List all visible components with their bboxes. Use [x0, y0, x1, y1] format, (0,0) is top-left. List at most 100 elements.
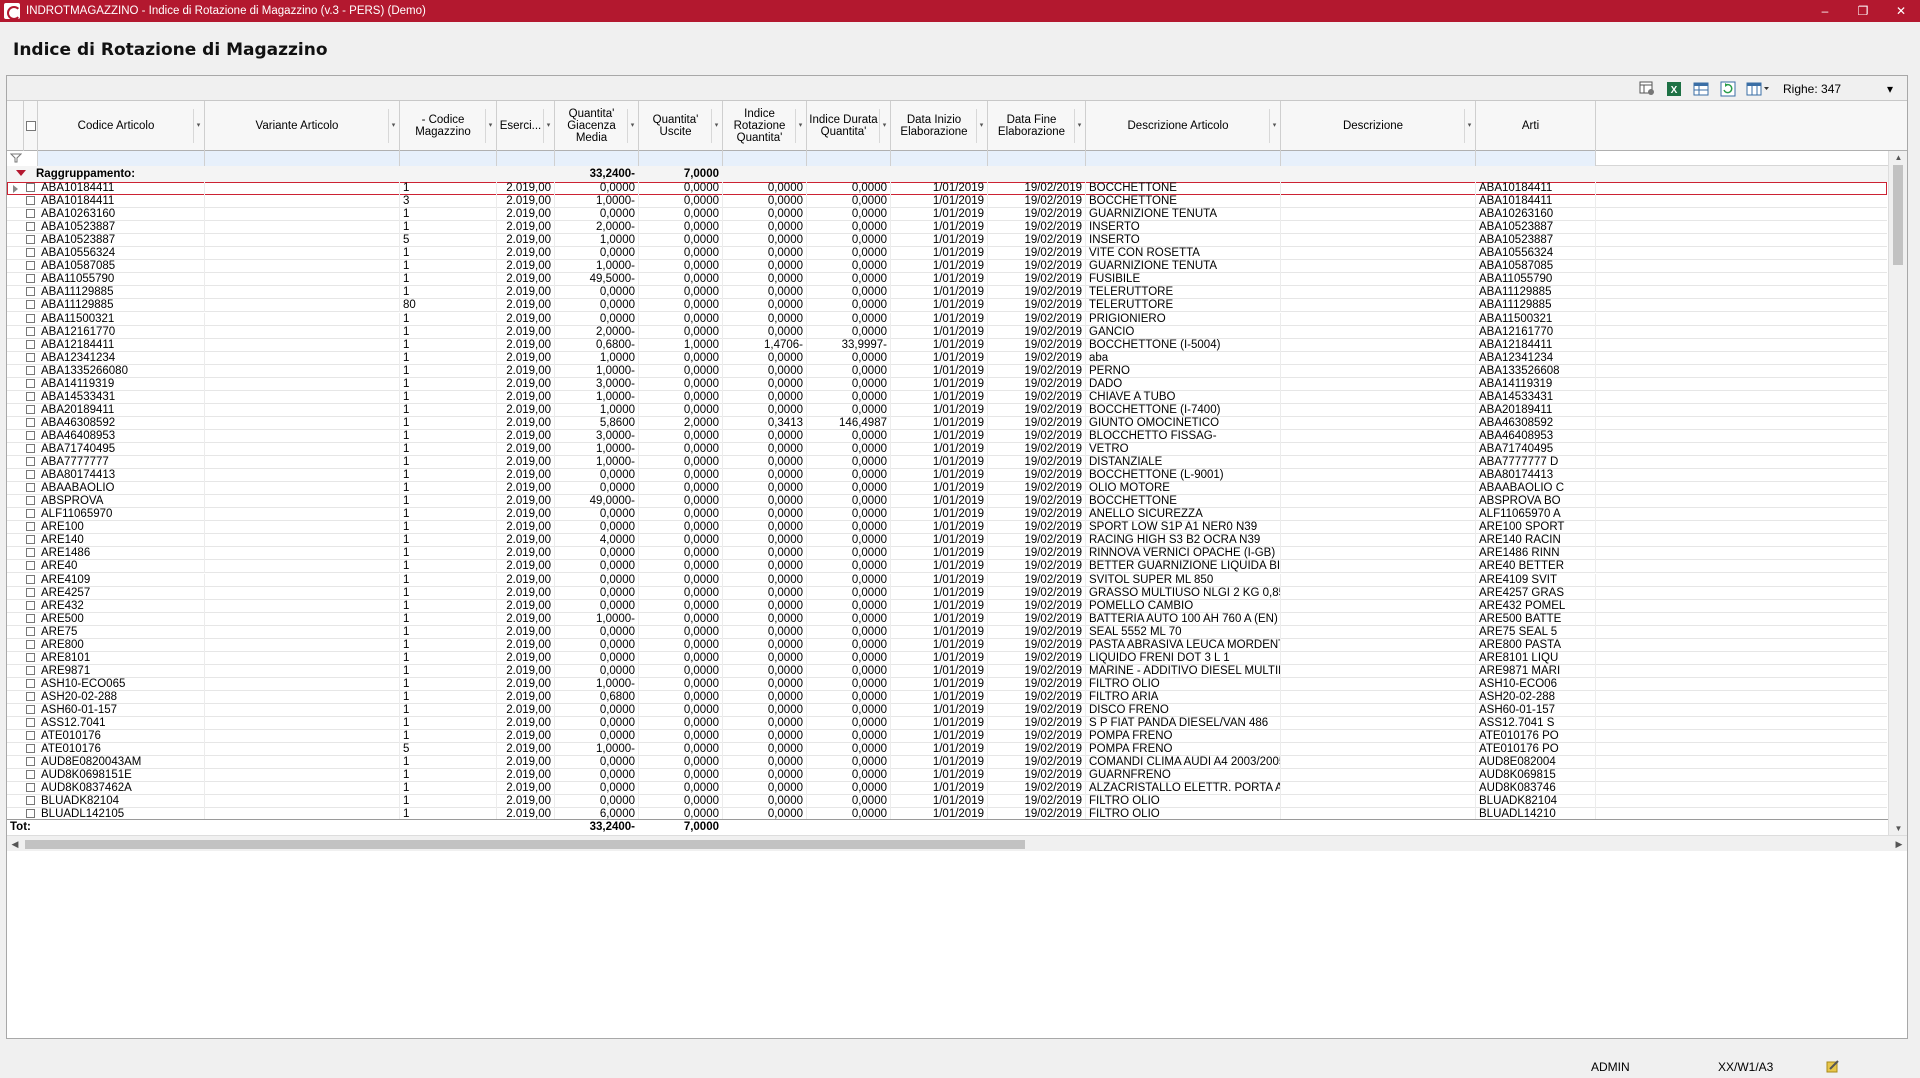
row-checkbox[interactable]	[26, 522, 35, 532]
filter-cell[interactable]	[555, 151, 639, 166]
row-checkbox[interactable]	[26, 600, 35, 610]
table-row[interactable]: ABA10523887 1 2.019,00 2,0000- 0,0000 0,0000 0…	[7, 221, 1887, 235]
filter-cell[interactable]	[723, 151, 807, 166]
collapse-group-icon[interactable]	[16, 170, 26, 176]
filter-cell[interactable]	[1086, 151, 1281, 166]
row-checkbox[interactable]	[26, 430, 35, 440]
table-row[interactable]: ATE010176 5 2.019,00 1,0000- 0,0000 0,0000 0,0…	[7, 743, 1887, 757]
row-checkbox[interactable]	[26, 535, 35, 545]
row-checkbox[interactable]	[26, 300, 35, 310]
refresh-icon[interactable]	[1719, 80, 1737, 97]
table-row[interactable]: ABA11129885 1 2.019,00 0,0000 0,0000 0,0000 0,…	[7, 286, 1887, 300]
row-checkbox[interactable]	[26, 287, 35, 297]
column-filter-dropdown-icon[interactable]: ▾	[193, 109, 203, 143]
row-checkbox[interactable]	[26, 809, 35, 819]
scroll-left-icon[interactable]: ◀	[7, 836, 23, 852]
vertical-scrollbar[interactable]: ▲ ▼	[1888, 151, 1907, 835]
horizontal-scrollbar[interactable]: ◀ ▶	[7, 835, 1907, 851]
row-checkbox[interactable]	[26, 339, 35, 349]
row-checkbox[interactable]	[26, 444, 35, 453]
filter-cell[interactable]	[38, 151, 205, 166]
table-row[interactable]: ASH10-ECO065 1 2.019,00 1,0000- 0,0000 0,0000…	[7, 677, 1887, 691]
column-filter-dropdown-icon[interactable]: ▾	[485, 109, 495, 143]
table-row[interactable]: ABA11129885 80 2.019,00 0,0000 0,0000 0,0000 0…	[7, 299, 1887, 313]
row-checkbox[interactable]	[26, 783, 35, 793]
row-checkbox[interactable]	[26, 313, 35, 323]
table-row[interactable]: BLUADK82104 1 2.019,00 0,0000 0,0000 0,0000 0,…	[7, 795, 1887, 809]
table-row[interactable]: ALF11065970 1 2.019,00 0,0000 0,0000 0,0000 0,…	[7, 508, 1887, 522]
filter-cell[interactable]	[1476, 151, 1596, 166]
table-row[interactable]: ARE800 1 2.019,00 0,0000 0,0000 0,0000 0,0000 1…	[7, 638, 1887, 652]
row-checkbox[interactable]	[26, 235, 35, 245]
filter-cell[interactable]	[1281, 151, 1476, 166]
column-header-1[interactable]: Variante Articolo ▾	[205, 101, 400, 151]
column-filter-dropdown-icon[interactable]: ▾	[388, 109, 398, 143]
filter-cell[interactable]	[891, 151, 988, 166]
row-checkbox[interactable]	[26, 470, 35, 480]
table-row[interactable]: ABA14119319 1 2.019,00 3,0000- 0,0000 0,0000 0…	[7, 377, 1887, 391]
select-all-checkbox[interactable]	[25, 121, 36, 131]
row-checkbox[interactable]	[26, 705, 35, 714]
table-row[interactable]: ABA10184411 1 2.019,00 0,0000 0,0000 0,0000 0,…	[7, 182, 1887, 195]
scroll-right-icon[interactable]: ▶	[1891, 836, 1907, 852]
table-row[interactable]: ASH60-01-157 1 2.019,00 0,0000 0,0000 0,0000 0…	[7, 704, 1887, 717]
row-checkbox[interactable]	[26, 574, 35, 584]
pencil-note-icon[interactable]	[1826, 1059, 1840, 1076]
table-row[interactable]: ARE4109 1 2.019,00 0,0000 0,0000 0,0000 0,0000…	[7, 573, 1887, 587]
row-checkbox[interactable]	[26, 404, 35, 414]
scroll-down-icon[interactable]: ▼	[1889, 822, 1907, 835]
column-header-10[interactable]: Descrizione Articolo ▾	[1086, 101, 1281, 151]
row-checkbox[interactable]	[26, 731, 35, 741]
horizontal-scroll-thumb[interactable]	[25, 840, 1025, 849]
column-header-6[interactable]: Indice Rotazione Quantita' ▾	[723, 101, 807, 151]
table-row[interactable]: BLUADL142105 1 2.019,00 6,0000 0,0000 0,0000 0…	[7, 808, 1887, 819]
column-filter-dropdown-icon[interactable]: ▾	[795, 109, 805, 143]
column-filter-dropdown-icon[interactable]: ▾	[879, 109, 889, 143]
table-row[interactable]: ABA80174413 1 2.019,00 0,0000 0,0000 0,0000 0,…	[7, 469, 1887, 483]
row-checkbox[interactable]	[26, 548, 35, 558]
row-checkbox[interactable]	[26, 757, 35, 767]
table-row[interactable]: ATE010176 1 2.019,00 0,0000 0,0000 0,0000 0,00…	[7, 730, 1887, 744]
column-filter-dropdown-icon[interactable]: ▾	[976, 109, 986, 143]
table-row[interactable]: ABA7777777 1 2.019,00 1,0000- 0,0000 0,0000 0,…	[7, 456, 1887, 470]
vertical-scroll-thumb[interactable]	[1893, 165, 1903, 265]
table-row[interactable]: ABA46308592 1 2.019,00 5,8600 2,0000 0,3413 14…	[7, 416, 1887, 430]
filter-cell[interactable]	[807, 151, 891, 166]
row-checkbox[interactable]	[26, 248, 35, 258]
column-header-11[interactable]: Descrizione ▾	[1281, 101, 1476, 151]
column-header-5[interactable]: Quantita' Uscite ▾	[639, 101, 723, 151]
row-checkbox[interactable]	[26, 457, 35, 467]
filter-cell[interactable]	[497, 151, 555, 166]
table-row[interactable]: ARE1486 1 2.019,00 0,0000 0,0000 0,0000 0,0000…	[7, 547, 1887, 561]
row-checkbox[interactable]	[26, 222, 35, 232]
row-checkbox[interactable]	[26, 365, 35, 375]
table-row[interactable]: ARE40 1 2.019,00 0,0000 0,0000 0,0000 0,0000 1/…	[7, 560, 1887, 574]
row-checkbox[interactable]	[26, 691, 35, 701]
table-row[interactable]: ARE140 1 2.019,00 4,0000 0,0000 0,0000 0,0000 1…	[7, 534, 1887, 548]
table-row[interactable]: AUD8K0837462A 1 2.019,00 0,0000 0,0000 0,0000…	[7, 782, 1887, 796]
filter-cell[interactable]	[639, 151, 723, 166]
table-row[interactable]: AUD8E0820043AM 1 2.019,00 0,0000 0,0000 0,000…	[7, 756, 1887, 770]
column-header-12[interactable]: Arti	[1476, 101, 1596, 151]
table-row[interactable]: ABA20189411 1 2.019,00 1,0000 0,0000 0,0000 0,…	[7, 403, 1887, 417]
row-checkbox[interactable]	[26, 744, 35, 754]
row-checkbox[interactable]	[26, 274, 35, 284]
row-checkbox[interactable]	[26, 417, 35, 427]
table-row[interactable]: ASH20-02-288 1 2.019,00 0,6800 0,0000 0,0000 0…	[7, 690, 1887, 704]
table-row[interactable]: ABA10587085 1 2.019,00 1,0000- 0,0000 0,0000 0…	[7, 260, 1887, 274]
row-checkbox[interactable]	[26, 352, 35, 362]
table-row[interactable]: ABAABAOLIO 1 2.019,00 0,0000 0,0000 0,0000 0,0…	[7, 482, 1887, 496]
table-row[interactable]: AUD8K0698151E 1 2.019,00 0,0000 0,0000 0,0000…	[7, 769, 1887, 783]
column-chooser-icon[interactable]	[1746, 80, 1770, 97]
row-checkbox[interactable]	[26, 196, 35, 206]
table-row[interactable]: ABA1335266080 1 2.019,00 1,0000- 0,0000 0,000…	[7, 364, 1887, 378]
row-checkbox[interactable]	[26, 665, 35, 675]
row-checkbox[interactable]	[26, 652, 35, 662]
settings-grid-icon[interactable]	[1638, 80, 1656, 97]
filter-cell[interactable]	[988, 151, 1086, 166]
table-row[interactable]: ABA11055790 1 2.019,00 49,5000- 0,0000 0,0000…	[7, 273, 1887, 287]
excel-export-icon[interactable]: X	[1665, 80, 1683, 97]
table-row[interactable]: ARE100 1 2.019,00 0,0000 0,0000 0,0000 0,0000 1…	[7, 521, 1887, 535]
table-row[interactable]: ABA10556324 1 2.019,00 0,0000 0,0000 0,0000 0,…	[7, 247, 1887, 261]
table-layout-icon[interactable]	[1692, 80, 1710, 97]
